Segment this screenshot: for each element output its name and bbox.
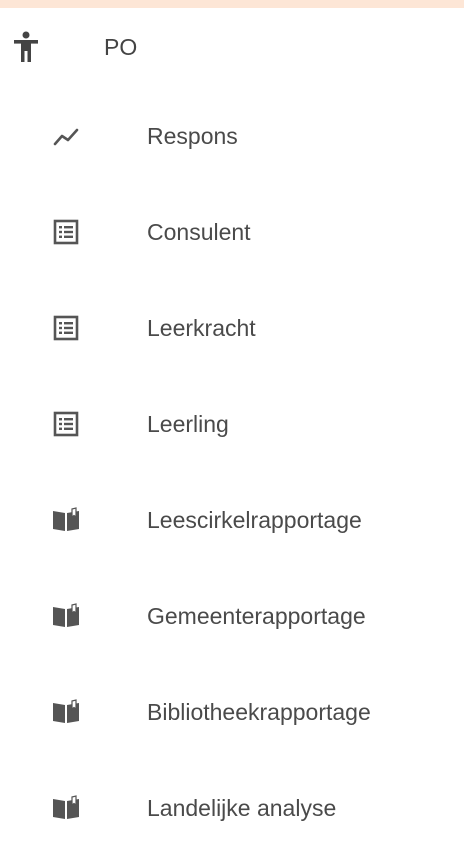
- section-header-po[interactable]: PO: [0, 8, 464, 88]
- accessibility-icon: [12, 30, 40, 64]
- list-icon: [50, 216, 82, 248]
- menu-item-leerling[interactable]: Leerling: [0, 376, 464, 472]
- menu-item-leerkracht[interactable]: Leerkracht: [0, 280, 464, 376]
- navigation-panel: PO Respons Consulent Leerkracht Leerling…: [0, 8, 464, 858]
- list-icon: [50, 312, 82, 344]
- menu-item-bibliotheekrapportage[interactable]: Bibliotheekrapportage: [0, 664, 464, 760]
- menu-item-consulent[interactable]: Consulent: [0, 184, 464, 280]
- menu-item-respons[interactable]: Respons: [0, 88, 464, 184]
- report-menu: Respons Consulent Leerkracht Leerling Le…: [0, 88, 464, 856]
- list-icon: [50, 408, 82, 440]
- menu-item-label: Landelijke analyse: [147, 795, 337, 821]
- menu-item-label: Consulent: [147, 219, 251, 245]
- menu-item-label: Leerling: [147, 411, 229, 437]
- section-header-label: PO: [104, 34, 138, 60]
- trend-line-icon: [50, 120, 82, 152]
- menu-item-gemeenterapportage[interactable]: Gemeenterapportage: [0, 568, 464, 664]
- book-icon: [50, 792, 82, 824]
- menu-item-label: Bibliotheekrapportage: [147, 699, 371, 725]
- menu-item-label: Respons: [147, 123, 238, 149]
- menu-item-label: Leerkracht: [147, 315, 256, 341]
- book-icon: [50, 504, 82, 536]
- menu-item-label: Leescirkelrapportage: [147, 507, 362, 533]
- book-icon: [50, 600, 82, 632]
- menu-item-landelijke-analyse[interactable]: Landelijke analyse: [0, 760, 464, 856]
- book-icon: [50, 696, 82, 728]
- menu-item-label: Gemeenterapportage: [147, 603, 366, 629]
- menu-item-leescirkelrapportage[interactable]: Leescirkelrapportage: [0, 472, 464, 568]
